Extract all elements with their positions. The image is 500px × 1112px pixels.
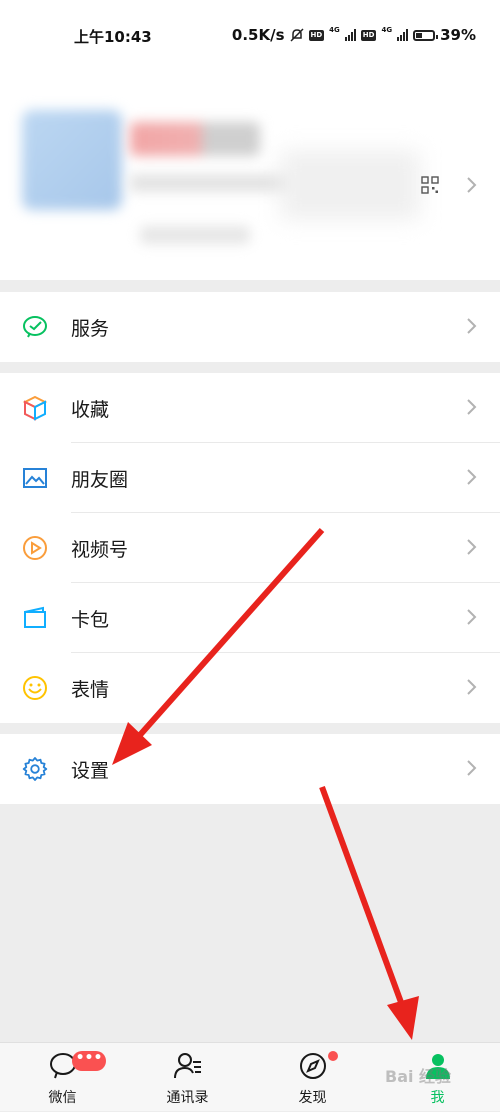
moments-image-icon [23, 468, 47, 488]
signal-icon [344, 29, 356, 41]
hd-badge-2: HD [360, 29, 377, 41]
avatar[interactable] [22, 110, 122, 210]
tab-discover[interactable]: 发现 [250, 1043, 375, 1112]
menu-label-favorites: 收藏 [71, 399, 110, 421]
chevron-right-icon [467, 177, 477, 193]
chevron-right-icon [467, 539, 477, 555]
menu-item-moments[interactable]: 朋友圈 [0, 443, 500, 513]
qr-code-icon[interactable] [421, 176, 439, 194]
card-wallet-icon [24, 606, 46, 628]
tab-label-discover: 发现 [298, 1090, 327, 1106]
watermark: Bai 经验 [385, 1067, 452, 1086]
menu-label-service: 服务 [71, 318, 110, 340]
menu-label-settings: 设置 [71, 760, 110, 782]
unread-badge: ••• [72, 1051, 106, 1071]
menu-item-channels[interactable]: 视频号 [0, 513, 500, 583]
signal-icon-2 [397, 29, 409, 41]
chevron-right-icon [467, 399, 477, 415]
mute-bell-icon [289, 28, 304, 42]
blurred-wechat-id [130, 174, 300, 192]
tab-label-contacts: 通讯录 [166, 1090, 209, 1106]
menu-label-stickers: 表情 [71, 679, 110, 701]
favorites-cube-icon [22, 395, 48, 421]
chevron-right-icon [467, 609, 477, 625]
chevron-right-icon [467, 318, 477, 334]
chevron-right-icon [467, 760, 477, 776]
tab-contacts[interactable]: 通讯录 [125, 1043, 250, 1112]
menu-item-stickers[interactable]: 表情 [0, 653, 500, 723]
menu-item-favorites[interactable]: 收藏 [0, 373, 500, 443]
sticker-smile-icon [23, 676, 47, 700]
arrow-to-me-tab [319, 785, 419, 1040]
gear-icon [22, 757, 48, 781]
blurred-status [140, 226, 250, 244]
profile-card[interactable] [0, 70, 500, 280]
menu-label-cards: 卡包 [71, 609, 110, 631]
bottom-tab-bar: ••• 微信 通讯录 发现 我 Bai 经验 [0, 1042, 500, 1111]
blurred-nickname [130, 122, 260, 156]
blurred-area [280, 150, 420, 220]
menu-item-settings[interactable]: 设置 [0, 734, 500, 804]
tab-label-me: 我 [430, 1090, 445, 1106]
network-type-2: 4G [381, 26, 393, 34]
channels-play-icon [23, 536, 47, 560]
contacts-icon [173, 1053, 201, 1079]
network-type-1: 4G [329, 26, 340, 34]
compass-icon [299, 1053, 326, 1079]
network-speed: 0.5K/s [231, 26, 285, 44]
chevron-right-icon [467, 469, 477, 485]
new-dot-badge [328, 1051, 338, 1061]
battery-icon [413, 29, 439, 41]
service-group: 服务 [0, 292, 500, 362]
service-icon [23, 316, 47, 338]
menu-item-service[interactable]: 服务 [0, 292, 500, 362]
status-time: 上午10:43 [74, 28, 152, 46]
features-group: 收藏 朋友圈 视频号 卡包 表情 [0, 373, 500, 723]
menu-label-channels: 视频号 [71, 539, 129, 561]
battery-level: 39% [440, 26, 476, 44]
tab-label-wechat: 微信 [48, 1090, 77, 1106]
chevron-right-icon [467, 679, 477, 695]
menu-label-moments: 朋友圈 [71, 469, 129, 491]
settings-group: 设置 [0, 734, 500, 804]
tab-wechat[interactable]: ••• 微信 [0, 1043, 125, 1112]
status-indicators: 0.5K/s HD 4G HD 4G 39% [232, 26, 476, 44]
menu-item-cards[interactable]: 卡包 [0, 583, 500, 653]
hd-badge: HD [308, 29, 325, 41]
status-bar: 上午10:43 0.5K/s HD 4G HD 4G 39% [0, 0, 500, 70]
